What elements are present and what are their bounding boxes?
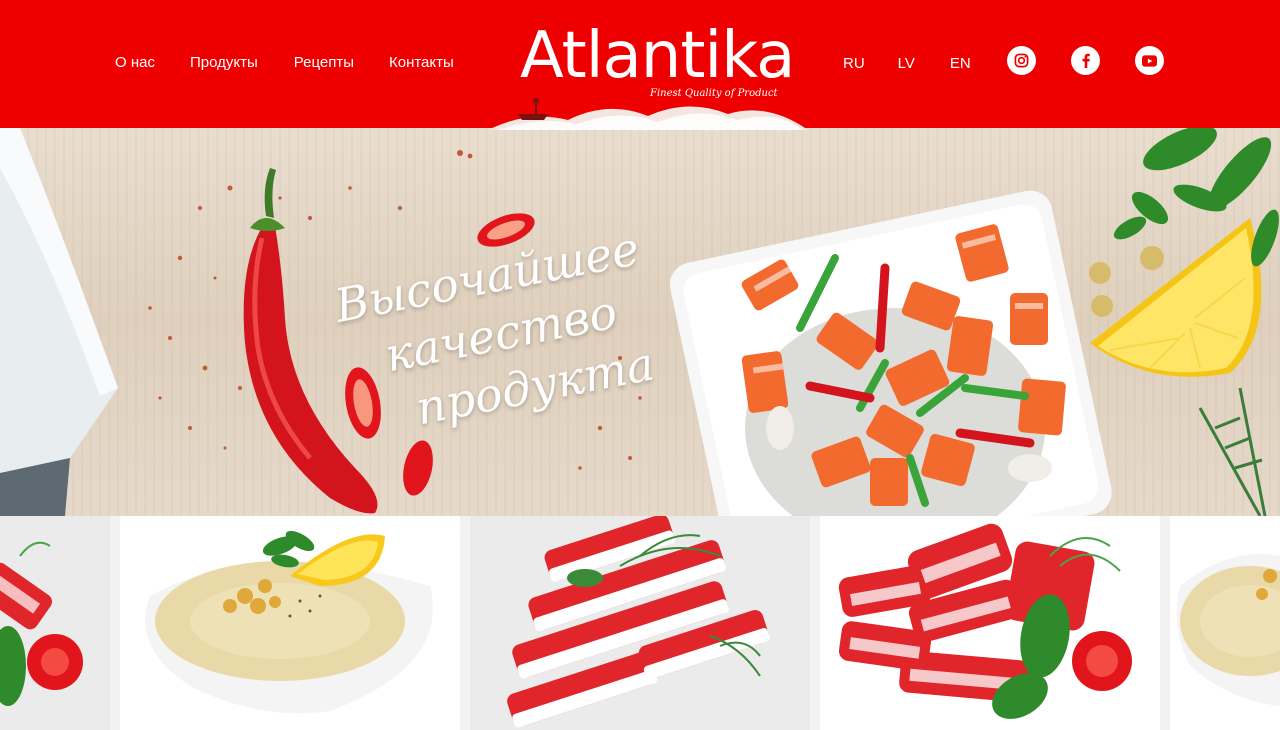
lang-ru[interactable]: RU: [843, 55, 865, 72]
product-image: [145, 530, 433, 714]
product-image: [507, 516, 770, 728]
youtube-icon[interactable]: [1135, 46, 1164, 75]
product-card[interactable]: [120, 516, 460, 730]
site-header: О нас Продукты Рецепты Контакты Atlantik…: [0, 0, 1280, 130]
facebook-icon[interactable]: [1071, 46, 1100, 75]
brand-logo[interactable]: Atlantika TM Finest Quality of Product: [488, 18, 808, 130]
nav-contacts[interactable]: Контакты: [389, 54, 454, 71]
product-carousel: [0, 516, 1280, 730]
lang-lv[interactable]: LV: [898, 55, 915, 72]
logo-wordmark: Atlantika: [520, 19, 795, 93]
logo-waves-icon: [488, 98, 808, 130]
product-card[interactable]: [470, 516, 810, 730]
nav-products[interactable]: Продукты: [190, 54, 258, 71]
instagram-icon[interactable]: [1007, 46, 1036, 75]
product-card[interactable]: [1170, 516, 1280, 730]
nav-about[interactable]: О нас: [115, 54, 155, 71]
lang-en[interactable]: EN: [950, 55, 971, 72]
product-image: [838, 523, 1132, 719]
logo-trademark: TM: [776, 71, 785, 77]
main-nav: О нас Продукты Рецепты Контакты: [115, 54, 454, 71]
product-image: [0, 541, 83, 706]
hero-banner: Высочайшее качество продукта: [0, 128, 1280, 516]
nav-recipes[interactable]: Рецепты: [294, 54, 354, 71]
header-right: RU LV EN: [843, 46, 1164, 75]
product-card[interactable]: [0, 516, 110, 730]
product-card[interactable]: [820, 516, 1160, 730]
product-image: [1176, 554, 1280, 706]
